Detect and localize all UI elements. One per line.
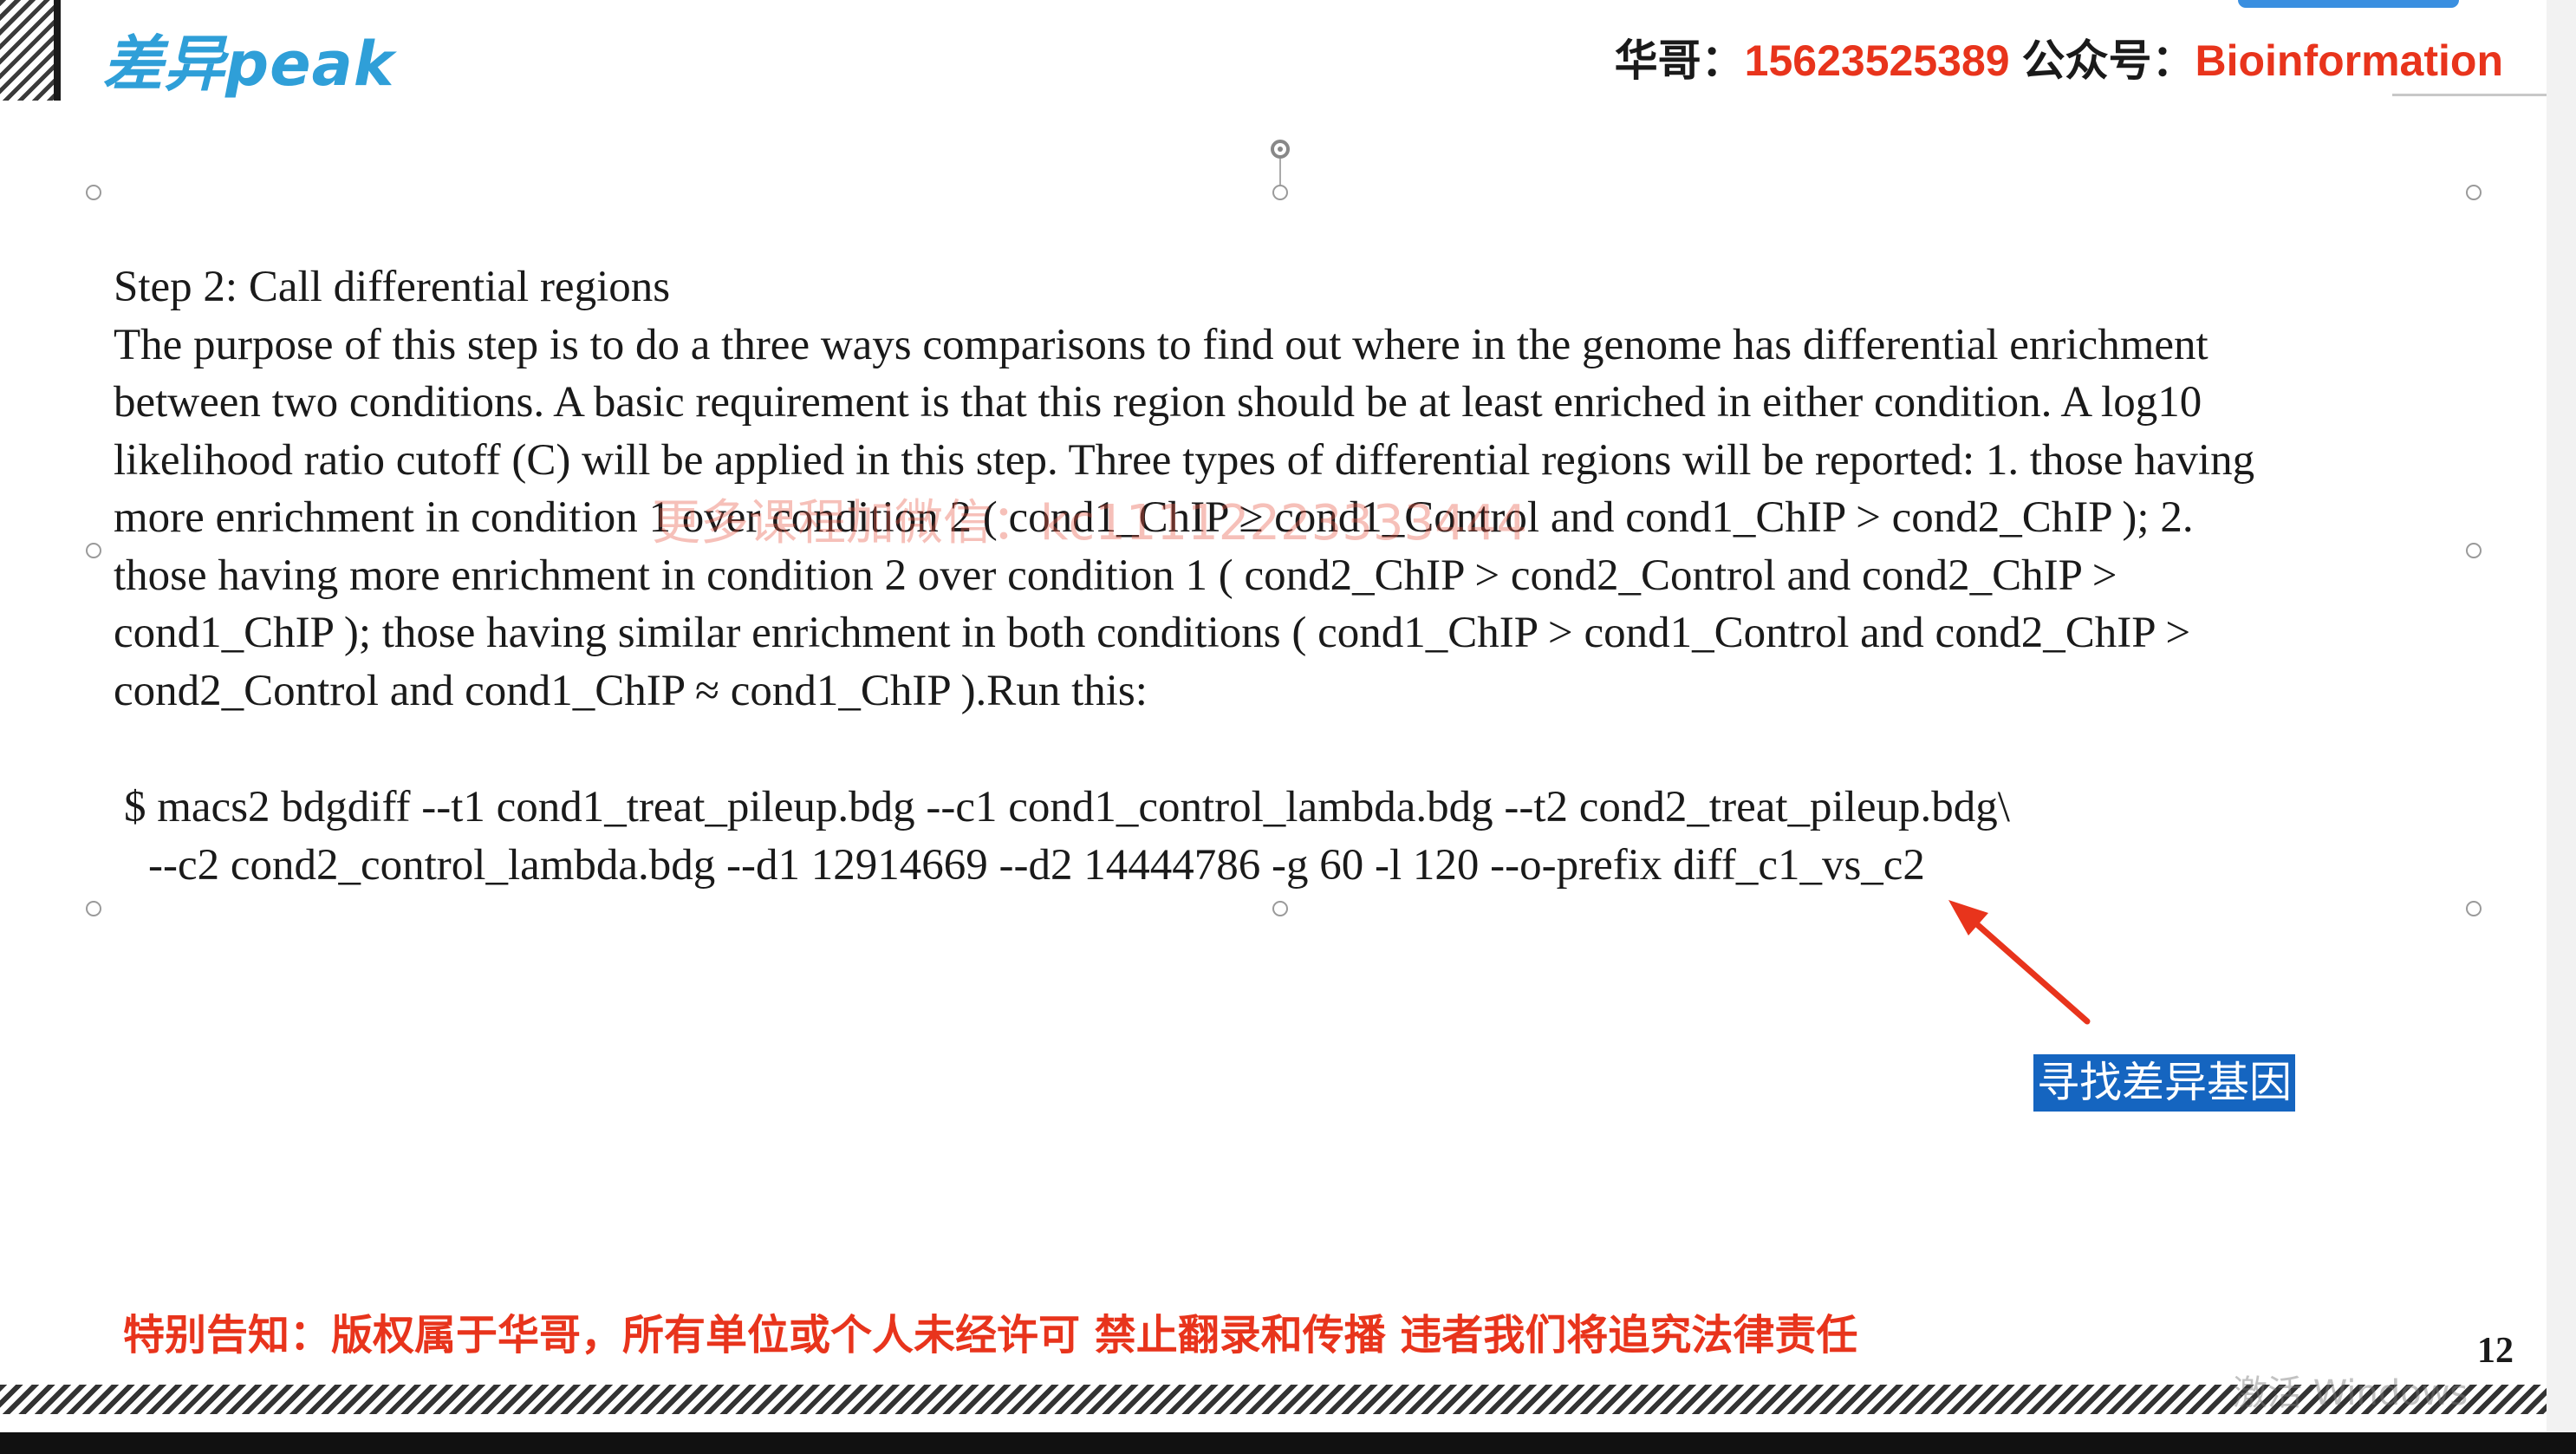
slide-title: 差异peak: [102, 29, 395, 100]
selection-handle-icon[interactable]: [1272, 185, 1288, 200]
page-number: 12: [2477, 1331, 2514, 1371]
command-line: $ macs2 bdgdiff --t1 cond1_treat_pileup.…: [124, 783, 2010, 831]
selection-handle-icon[interactable]: [86, 185, 101, 200]
contact-info: 华哥：15623525389 公众号：Bioinformation: [1615, 26, 2503, 88]
callout-label: 寻找差异基因: [2033, 1054, 2296, 1112]
decorative-stripes: [0, 1385, 2547, 1414]
paragraph-line: cond1_ChIP ); those having similar enric…: [114, 609, 2191, 657]
paragraph-line: between two conditions. A basic requirem…: [114, 378, 2202, 427]
command-line: --c2 cond2_control_lambda.bdg --d1 12914…: [148, 840, 1925, 890]
slide: 差异peak 华哥：15623525389 公众号：Bioinformation…: [0, 0, 2547, 1432]
command-block[interactable]: $ macs2 bdgdiff --t1 cond1_treat_pileup.…: [124, 779, 2010, 894]
section-heading: Step 2: Call differential regions: [114, 263, 671, 311]
copyright-notice: 特别告知：版权属于华哥，所有单位或个人未经许可 禁止翻录和传播 违者我们将追究法…: [123, 1311, 1858, 1359]
rotate-handle-icon[interactable]: [1271, 140, 1290, 159]
decorative-bar: [54, 0, 61, 101]
window-edge: [2547, 0, 2576, 1454]
selection-handle-icon[interactable]: [1272, 901, 1288, 916]
decorative-stripes: [0, 0, 54, 101]
watermark: 更多课程加微信：kc11112223333444: [652, 495, 1528, 551]
selection-handle-icon[interactable]: [86, 543, 101, 558]
selection-handle-icon[interactable]: [86, 901, 101, 916]
paragraph-line: likelihood ratio cutoff (C) will be appl…: [114, 435, 2255, 485]
paragraph-line: those having more enrichment in conditio…: [114, 551, 2117, 600]
contact-phone: 15623525389: [1744, 36, 2010, 85]
top-toolbar-button[interactable]: [2238, 0, 2459, 8]
selection-handle-icon[interactable]: [2466, 543, 2482, 558]
system-watermark: 激活 Windows: [2233, 1373, 2469, 1413]
account-name: Bioinformation: [2195, 36, 2503, 85]
selection-handle-icon[interactable]: [2466, 185, 2482, 200]
account-label: 公众号：: [2021, 36, 2195, 85]
contact-name-label: 华哥：: [1614, 36, 1745, 85]
rotate-stem: [1279, 159, 1281, 188]
top-divider: [2392, 94, 2547, 96]
taskbar-edge: [0, 1432, 2576, 1454]
paragraph-line: The purpose of this step is to do a thre…: [114, 320, 2208, 369]
selection-handle-icon[interactable]: [2466, 901, 2482, 916]
paragraph-line: cond2_Control and cond1_ChIP ≈ cond1_ChI…: [114, 666, 1148, 715]
